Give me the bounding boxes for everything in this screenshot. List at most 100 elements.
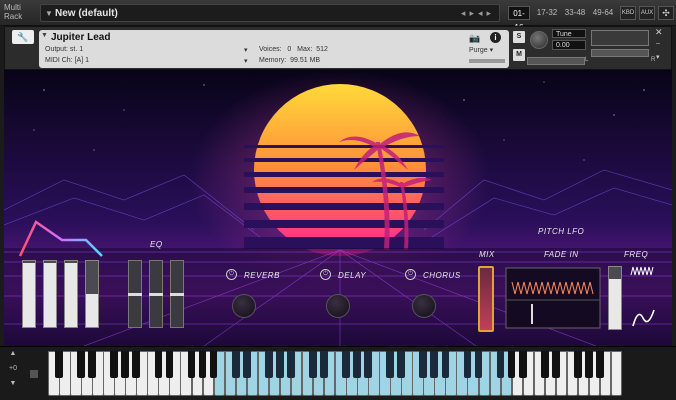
black-key[interactable] bbox=[353, 351, 361, 378]
collapse-arrow-icon[interactable]: ▼ bbox=[41, 32, 48, 39]
delay-power-icon[interactable]: ⏻ bbox=[320, 269, 331, 280]
chorus-power-icon[interactable]: ⏻ bbox=[405, 269, 416, 280]
delay-knob[interactable] bbox=[326, 294, 350, 318]
reverb-knob[interactable] bbox=[232, 294, 256, 318]
purge-menu[interactable]: Purge ▾ bbox=[469, 46, 509, 56]
release-fader[interactable] bbox=[85, 260, 99, 328]
black-key[interactable] bbox=[364, 351, 372, 378]
black-key[interactable] bbox=[165, 351, 174, 378]
page-btn-3[interactable]: 33-48 bbox=[564, 6, 586, 20]
black-key[interactable] bbox=[154, 351, 163, 378]
black-key[interactable] bbox=[496, 351, 505, 378]
black-key[interactable] bbox=[430, 351, 439, 378]
black-key[interactable] bbox=[77, 351, 85, 378]
output-value[interactable]: st. 1 bbox=[70, 46, 83, 53]
black-key[interactable] bbox=[275, 351, 284, 378]
black-key[interactable] bbox=[132, 351, 141, 378]
aux-button[interactable]: AUX bbox=[639, 6, 655, 20]
info-icon[interactable]: i bbox=[490, 32, 501, 43]
minimize-icon[interactable]: – bbox=[656, 40, 660, 47]
black-key[interactable] bbox=[419, 351, 428, 378]
solo-button[interactable]: S bbox=[513, 31, 525, 43]
voices-label: Voices: 0 Max: 512 bbox=[259, 46, 328, 53]
piano-keyboard[interactable] bbox=[48, 351, 623, 396]
aux-toggle-icon[interactable]: ▾ bbox=[656, 53, 660, 61]
chorus-knob[interactable] bbox=[412, 294, 436, 318]
black-key[interactable] bbox=[342, 351, 350, 378]
lfo-display[interactable] bbox=[506, 268, 600, 328]
black-key[interactable] bbox=[474, 351, 483, 378]
white-key[interactable] bbox=[610, 351, 623, 396]
dropdown-arrow-icon[interactable]: ▾ bbox=[244, 46, 248, 54]
preset-nav-arrows[interactable]: ◂▸◂▸ bbox=[461, 8, 495, 19]
eq-low-fader[interactable] bbox=[128, 260, 142, 328]
volume-slider[interactable] bbox=[591, 49, 649, 57]
reverb-power-icon[interactable]: ⏻ bbox=[226, 269, 237, 280]
black-key[interactable] bbox=[540, 351, 549, 378]
black-key[interactable] bbox=[585, 351, 593, 378]
black-key[interactable] bbox=[441, 351, 450, 378]
tune-label: Tune bbox=[552, 29, 586, 38]
delay-label: DELAY bbox=[338, 271, 367, 280]
dropdown-arrow-icon[interactable]: ▾ bbox=[244, 57, 248, 65]
close-icon[interactable]: ✕ bbox=[655, 27, 663, 38]
black-key[interactable] bbox=[242, 351, 251, 378]
black-key[interactable] bbox=[320, 351, 328, 378]
freq-label: FREQ bbox=[624, 250, 649, 259]
black-key[interactable] bbox=[551, 351, 560, 378]
black-key[interactable] bbox=[463, 351, 472, 378]
dropdown-arrow-icon[interactable]: ▼ bbox=[45, 9, 53, 18]
page-btn-1[interactable]: 01-16 bbox=[508, 6, 530, 32]
eq-high-fader[interactable] bbox=[170, 260, 184, 328]
octave-up-icon[interactable]: ▲ bbox=[2, 350, 24, 357]
pitch-wheel[interactable] bbox=[30, 370, 38, 378]
black-key[interactable] bbox=[198, 351, 207, 378]
square-wave-icon[interactable] bbox=[628, 262, 656, 280]
mute-button[interactable]: M bbox=[513, 49, 525, 61]
output-label: Output: st. 1 bbox=[45, 46, 84, 53]
mix-slider[interactable] bbox=[478, 266, 494, 332]
page-btn-4[interactable]: 49-64 bbox=[592, 6, 614, 20]
fade-in-label: FADE IN bbox=[544, 250, 579, 259]
sustain-fader[interactable] bbox=[64, 260, 78, 328]
black-key[interactable] bbox=[187, 351, 196, 378]
black-key[interactable] bbox=[507, 351, 516, 378]
black-key[interactable] bbox=[573, 351, 582, 378]
black-key[interactable] bbox=[264, 351, 273, 378]
camera-icon[interactable]: 📷 bbox=[469, 33, 480, 44]
black-key[interactable] bbox=[121, 351, 130, 378]
kbd-button[interactable]: KBD bbox=[620, 6, 636, 20]
black-key[interactable] bbox=[110, 351, 119, 378]
tune-knob[interactable] bbox=[530, 31, 548, 49]
pan-slider[interactable] bbox=[527, 57, 585, 65]
instrument-panel: EQ ⏻ REVERB ⏻ DELAY ⏻ CHORUS MIX PITCH L… bbox=[4, 70, 672, 346]
left-channel-label: L bbox=[585, 57, 589, 63]
page-btn-2[interactable]: 17-32 bbox=[536, 6, 558, 20]
multi-name-field[interactable]: ▼ New (default) ◂▸◂▸ bbox=[40, 4, 500, 22]
black-key[interactable] bbox=[518, 351, 527, 378]
black-key[interactable] bbox=[209, 351, 218, 378]
black-key[interactable] bbox=[231, 351, 240, 378]
expand-icon[interactable]: ✣ bbox=[658, 6, 674, 20]
freq-fader[interactable] bbox=[608, 266, 622, 330]
black-key[interactable] bbox=[386, 351, 395, 378]
octave-control: ▲ +0 ▼ bbox=[2, 350, 24, 396]
eq-mid-fader[interactable] bbox=[149, 260, 163, 328]
rack-header-bar: MultiRack ▼ New (default) ◂▸◂▸ 01-16 17-… bbox=[0, 0, 676, 32]
octave-down-icon[interactable]: ▼ bbox=[2, 380, 24, 387]
black-key[interactable] bbox=[397, 351, 406, 378]
sine-wave-icon[interactable] bbox=[628, 306, 656, 330]
black-key[interactable] bbox=[88, 351, 96, 378]
black-key[interactable] bbox=[309, 351, 317, 378]
decay-fader[interactable] bbox=[43, 260, 57, 328]
instrument-name[interactable]: Jupiter Lead bbox=[51, 32, 110, 43]
max-voices-value[interactable]: 512 bbox=[316, 46, 328, 53]
tune-value[interactable]: 0.00 bbox=[552, 40, 586, 50]
black-key[interactable] bbox=[596, 351, 604, 378]
wrench-icon[interactable]: 🔧 bbox=[12, 30, 34, 44]
octave-value: +0 bbox=[9, 365, 17, 372]
black-key[interactable] bbox=[55, 351, 63, 378]
midi-value[interactable]: [A] 1 bbox=[75, 57, 89, 64]
attack-fader[interactable] bbox=[22, 260, 36, 328]
black-key[interactable] bbox=[286, 351, 295, 378]
